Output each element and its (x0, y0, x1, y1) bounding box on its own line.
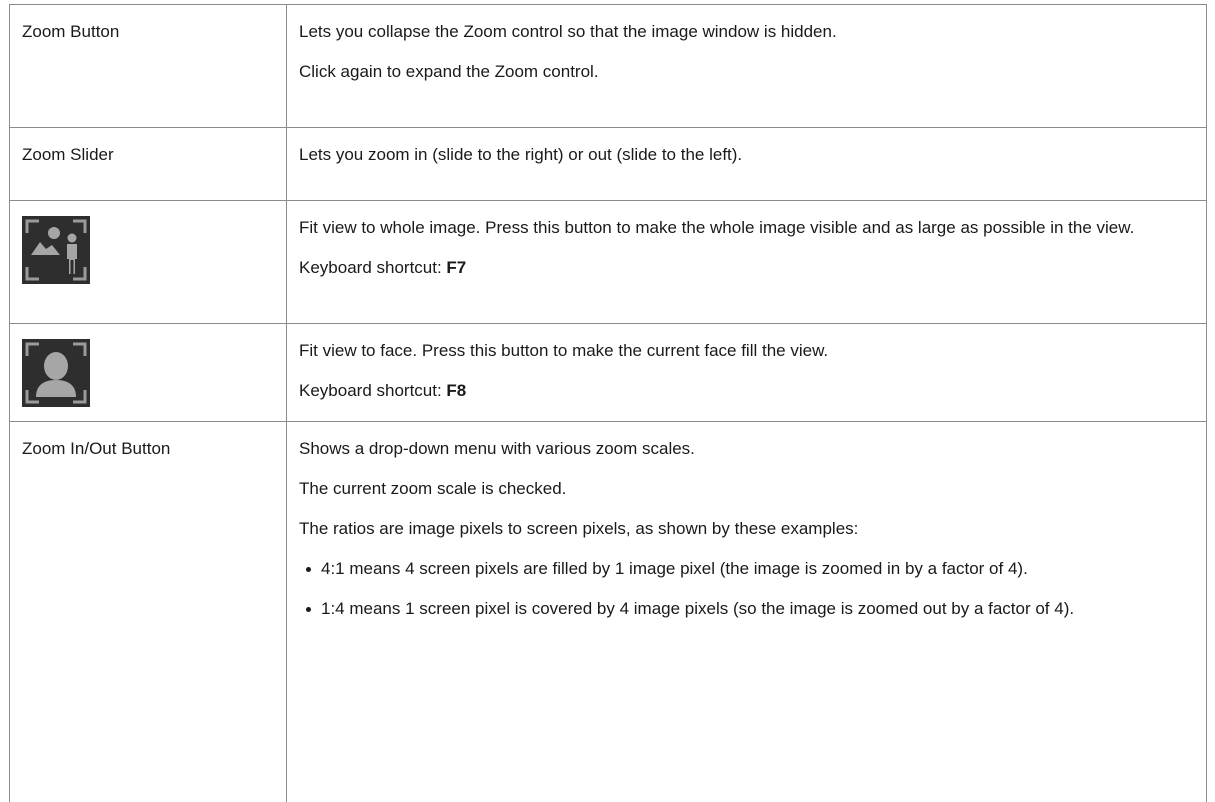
row-label: Zoom Button (22, 22, 120, 41)
description-cell: Fit view to face. Press this button to m… (286, 323, 1207, 422)
icon-cell (9, 200, 287, 324)
table-row: Fit view to whole image. Press this butt… (9, 200, 1207, 324)
shortcut-prefix: Keyboard shortcut: (299, 381, 447, 400)
label-cell: Zoom Slider (9, 127, 287, 201)
description-text: Fit view to whole image. Press this butt… (299, 218, 1135, 237)
label-cell: Zoom Button (9, 4, 287, 128)
row-label: Zoom In/Out Button (22, 439, 171, 458)
description-text: The ratios are image pixels to screen pi… (299, 519, 859, 538)
description-cell: Shows a drop-down menu with various zoom… (286, 421, 1207, 802)
table-row: Zoom In/Out Button Shows a drop-down men… (9, 421, 1207, 802)
shortcut-key: F7 (446, 258, 467, 277)
label-cell: Zoom In/Out Button (9, 421, 287, 802)
description-text: Lets you zoom in (slide to the right) or… (299, 145, 743, 164)
list-item: 4:1 means 4 screen pixels are filled by … (306, 559, 1194, 579)
table-row: Fit view to face. Press this button to m… (9, 323, 1207, 422)
list-item: 1:4 means 1 screen pixel is covered by 4… (306, 599, 1194, 619)
table-row: Zoom Button Lets you collapse the Zoom c… (9, 4, 1207, 128)
description-cell: Lets you zoom in (slide to the right) or… (286, 127, 1207, 201)
icon-cell (9, 323, 287, 422)
description-text: Shows a drop-down menu with various zoom… (299, 439, 695, 458)
row-label: Zoom Slider (22, 145, 114, 164)
shortcut-text: Keyboard shortcut: F8 (299, 381, 1194, 401)
description-text: Lets you collapse the Zoom control so th… (299, 22, 837, 41)
description-text: The current zoom scale is checked. (299, 479, 567, 498)
reference-table: Zoom Button Lets you collapse the Zoom c… (9, 4, 1207, 802)
description-text: Click again to expand the Zoom control. (299, 62, 599, 81)
description-cell: Lets you collapse the Zoom control so th… (286, 4, 1207, 128)
table-row: Zoom Slider Lets you zoom in (slide to t… (9, 127, 1207, 201)
description-cell: Fit view to whole image. Press this butt… (286, 200, 1207, 324)
shortcut-prefix: Keyboard shortcut: (299, 258, 447, 277)
shortcut-text: Keyboard shortcut: F7 (299, 258, 1194, 278)
fit-face-icon (22, 339, 90, 407)
description-text: Fit view to face. Press this button to m… (299, 341, 829, 360)
fit-whole-image-icon (22, 216, 90, 284)
shortcut-key: F8 (446, 381, 467, 400)
examples-list: 4:1 means 4 screen pixels are filled by … (299, 559, 1194, 619)
